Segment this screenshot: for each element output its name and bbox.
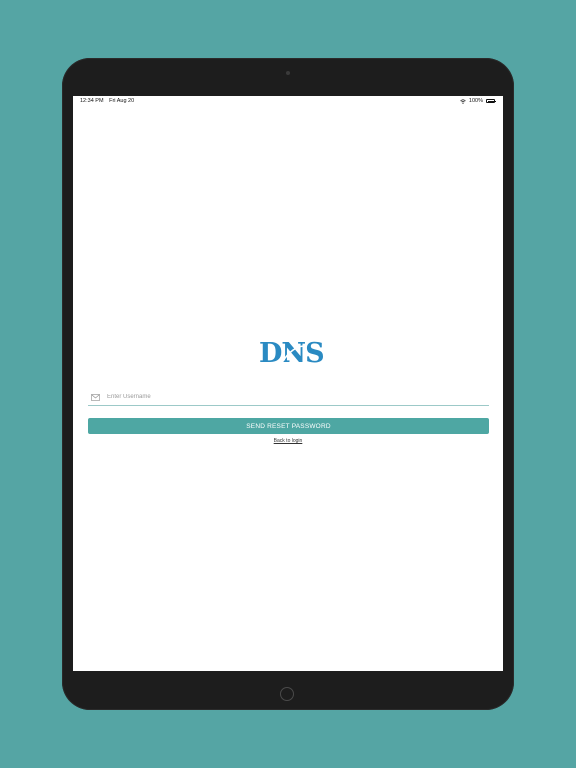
send-reset-password-button[interactable]: SEND RESET PASSWORD [88, 418, 489, 434]
app-screen: 12:34 PM Fri Aug 20 100% DNS Enter Usern… [73, 96, 503, 671]
wifi-icon [460, 98, 466, 104]
home-button [280, 687, 294, 701]
username-field [88, 389, 489, 406]
battery-icon [486, 99, 496, 103]
status-left: 12:34 PM Fri Aug 20 [80, 98, 134, 104]
status-right: 100% [460, 98, 496, 104]
status-time: 12:34 PM [80, 98, 104, 104]
tablet-frame: 12:34 PM Fri Aug 20 100% DNS Enter Usern… [62, 58, 514, 710]
back-to-login-link[interactable]: Back to login [73, 438, 503, 444]
battery-percent: 100% [468, 98, 483, 104]
dns-logo: DNS [259, 338, 325, 376]
username-input[interactable] [107, 390, 477, 403]
logo-swoosh [278, 345, 304, 369]
camera-dot [286, 71, 290, 75]
mail-icon [91, 394, 100, 401]
status-bar: 12:34 PM Fri Aug 20 100% [73, 96, 503, 108]
status-date: Fri Aug 20 [109, 98, 135, 104]
